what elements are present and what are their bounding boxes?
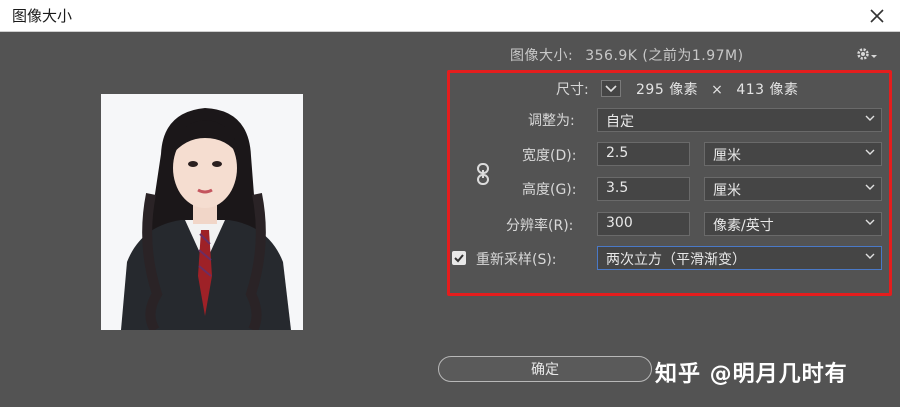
chevron-down-icon [865, 219, 875, 225]
settings-menu-button[interactable] [856, 46, 878, 62]
dimensions-unit-toggle[interactable] [601, 80, 621, 97]
width-input[interactable]: 2.5 [597, 142, 690, 166]
image-size-value: 356.9K (之前为1.97M) [585, 48, 744, 64]
fit-to-value: 自定 [606, 114, 634, 130]
height-input[interactable]: 3.5 [597, 177, 690, 201]
link-icon [477, 163, 489, 185]
fit-to-label: 调整为: [528, 113, 575, 129]
resolution-input[interactable]: 300 [597, 212, 690, 236]
resolution-unit-select[interactable]: 像素/英寸 [704, 212, 882, 236]
resolution-unit-value: 像素/英寸 [713, 218, 774, 234]
height-unit-select[interactable]: 厘米 [704, 177, 882, 201]
width-unit-value: 厘米 [713, 148, 741, 164]
constrain-proportions-button[interactable] [476, 163, 490, 185]
window-title: 图像大小 [12, 7, 73, 25]
height-unit-value: 厘米 [713, 183, 741, 199]
width-label: 宽度(D): [522, 148, 577, 164]
height-label: 高度(G): [522, 182, 577, 198]
image-preview [101, 94, 303, 330]
image-size-info: 图像大小: 356.9K (之前为1.97M) [510, 45, 744, 65]
chevron-down-icon [865, 115, 875, 121]
resample-method-value: 两次立方（平滑渐变） [606, 252, 746, 268]
resample-method-select[interactable]: 两次立方（平滑渐变） [597, 246, 882, 270]
resolution-label: 分辨率(R): [506, 218, 574, 234]
portrait-photo [101, 94, 303, 330]
title-bar: 图像大小 [0, 0, 900, 32]
resample-checkbox[interactable] [452, 251, 466, 265]
chevron-down-icon [605, 85, 617, 93]
close-button[interactable] [854, 0, 900, 31]
check-icon [454, 254, 464, 263]
close-icon [870, 8, 884, 23]
image-size-label: 图像大小: [510, 48, 574, 64]
width-unit-select[interactable]: 厘米 [704, 142, 882, 166]
gear-icon [857, 48, 877, 60]
dimensions-value: 295 像素 × 413 像素 [636, 79, 799, 99]
pixel-width-unit: 像素 [669, 82, 699, 98]
times-sign: × [711, 82, 724, 98]
chevron-down-icon [865, 149, 875, 155]
dimensions-label: 尺寸: [556, 82, 589, 98]
pixel-height-value: 413 [736, 82, 765, 98]
watermark-text: 知乎 @明月几时有 [655, 362, 848, 387]
resample-label: 重新采样(S): [476, 252, 557, 268]
fit-to-select[interactable]: 自定 [597, 108, 882, 132]
ok-button[interactable]: 确定 [438, 356, 652, 382]
chevron-down-icon [865, 253, 875, 259]
chevron-down-icon [865, 184, 875, 190]
pixel-width-value: 295 [636, 82, 665, 98]
pixel-height-unit: 像素 [769, 82, 799, 98]
